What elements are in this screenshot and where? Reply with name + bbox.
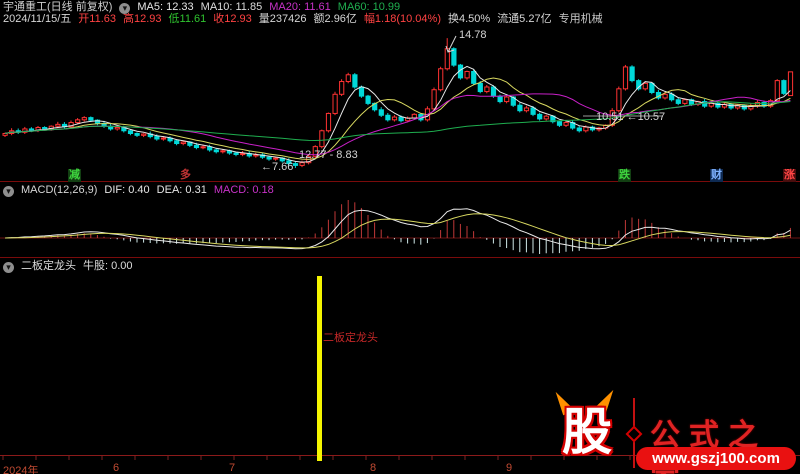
- info-segment: 高12.93: [123, 13, 162, 25]
- axis-date-label[interactable]: 8: [370, 462, 376, 474]
- axis-date-label[interactable]: 6: [113, 462, 119, 474]
- price-annotation: 10.51 ←10.57: [596, 111, 665, 123]
- info-segment: MA10: 11.85: [200, 1, 263, 13]
- info-segment: 专用机械: [558, 13, 603, 25]
- info-segment: 低11.61: [168, 13, 207, 25]
- signal-event-label: 二板定龙头: [323, 332, 378, 344]
- price-annotation: 12.77 - 8.83: [299, 149, 358, 161]
- stock-title: 宇通重工(日线 前复权): [3, 1, 113, 13]
- info-segment: 收12.93: [213, 13, 252, 25]
- chart-signal-flag: 多: [180, 169, 191, 181]
- ma-values: MA5: 12.33 MA10: 11.85 MA20: 11.61 MA60: 10…: [137, 1, 407, 13]
- signal-panel-header: ▾ 二板定龙头 牛股: 0.00: [3, 260, 147, 273]
- price-annotation: ←7.66: [261, 161, 293, 173]
- info-segment: 换4.50%: [447, 13, 491, 25]
- price-annotation: 14.78: [459, 29, 487, 41]
- panel-separator: [0, 181, 800, 182]
- axis-date-label[interactable]: 7: [229, 462, 235, 474]
- macd-header: ▾ MACD(12,26,9) DIF: 0.40 DEA: 0.31 MACD: 0.…: [3, 184, 288, 197]
- info-segment: MACD: 0.18: [213, 184, 274, 196]
- chart-window: 14.78 12.77 - 8.83 ←7.66 10.51 ←10.57 宇通重工(…: [0, 0, 800, 474]
- info-segment: 开11.63: [78, 13, 117, 25]
- macd-values: MACD(12,26,9) DIF: 0.40 DEA: 0.31 MACD: 0.1…: [21, 184, 281, 196]
- logo-site-url: www.gszj100.com: [636, 447, 796, 470]
- info-segment: 量237426: [258, 13, 307, 25]
- signal-panel-values: 二板定龙头 牛股: 0.00: [21, 260, 140, 272]
- chart-signal-flag: 财: [710, 169, 723, 182]
- info-segment: 牛股: 0.00: [83, 260, 133, 272]
- info-segment: 2024/11/15/五: [3, 13, 72, 25]
- info-segment: 额2.96亿: [313, 13, 357, 25]
- info-segment: DEA: 0.31: [156, 184, 207, 196]
- info-segment: MA20: 11.61: [269, 1, 331, 13]
- info-segment: 二板定龙头: [21, 260, 76, 272]
- info-segment: MA5: 12.33: [137, 1, 194, 13]
- info-segment: 幅1.18(10.04%): [363, 13, 441, 25]
- axis-date-label[interactable]: 2024年: [3, 462, 38, 474]
- chevron-down-icon[interactable]: ▾: [3, 186, 14, 197]
- signal-event-bar: [317, 276, 322, 461]
- info-segment: DIF: 0.40: [104, 184, 150, 196]
- info-segment: MA60: 10.99: [337, 1, 401, 13]
- info-segment: 流通5.27亿: [497, 13, 552, 25]
- panel-separator: [0, 257, 800, 258]
- chevron-down-icon[interactable]: ▾: [3, 262, 14, 273]
- axis-date-label[interactable]: 9: [506, 462, 512, 474]
- chart-signal-flag: 跌: [618, 169, 631, 182]
- candlestick-chart: 14.78 12.77 - 8.83 ←7.66 10.51 ←10.57: [0, 29, 800, 460]
- chart-signal-flag: 减: [68, 169, 81, 182]
- info-segment: MACD(12,26,9): [21, 184, 98, 196]
- logo-stock-character: 股: [562, 404, 612, 460]
- quote-info-bar: 2024/11/15/五 开11.63 高12.93 低11.61 收12.93 量237…: [3, 13, 610, 25]
- chart-signal-flag: 涨: [783, 169, 796, 182]
